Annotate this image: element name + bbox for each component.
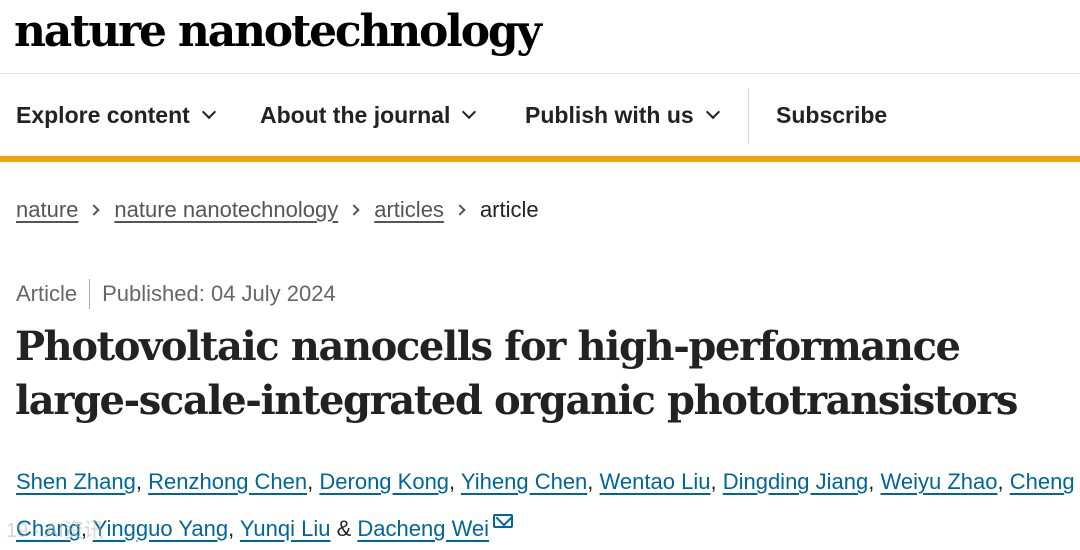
chevron-down-icon (705, 104, 720, 120)
breadcrumb-link-articles[interactable]: articles (374, 197, 444, 223)
nav-subscribe[interactable]: Subscribe (776, 74, 887, 156)
author-link[interactable]: Renzhong Chen (148, 469, 307, 494)
author-separator: , (997, 469, 1004, 494)
breadcrumb-link-journal[interactable]: nature nanotechnology (114, 197, 338, 223)
nav-publish-with-us[interactable]: Publish with us (525, 74, 720, 156)
author-separator: , (449, 469, 456, 494)
author-separator: , (710, 469, 717, 494)
author-separator: , (868, 469, 875, 494)
author-separator: , (587, 469, 594, 494)
nav-item-label: About the journal (260, 101, 451, 128)
chevron-down-icon (201, 104, 216, 120)
author-separator: , (228, 516, 235, 541)
nav-item-label: Subscribe (776, 101, 888, 128)
author-final-separator: & (336, 516, 352, 541)
nav-accent-bar (0, 156, 1080, 162)
publish-date: Published: 04 July 2024 (102, 281, 336, 306)
breadcrumb-current: article (479, 197, 539, 222)
nav-item-label: Publish with us (525, 101, 694, 128)
mail-icon[interactable] (493, 514, 514, 528)
chevron-right-icon (454, 204, 466, 216)
masthead: nature nanotechnology (0, 0, 1080, 74)
author-separator: , (135, 469, 142, 494)
chevron-right-icon (348, 204, 360, 216)
author-list: Shen Zhang, Renzhong Chen, Derong Kong, … (16, 458, 1076, 550)
article-meta: Article Published: 04 July 2024 (16, 276, 336, 312)
chevron-down-icon (462, 104, 477, 120)
watermark: 19 · AI资讯 (6, 520, 104, 542)
journal-logo[interactable]: nature nanotechnology (14, 4, 542, 60)
author-link[interactable]: Dingding Jiang (723, 469, 869, 494)
nav-explore-content[interactable]: Explore content (16, 74, 216, 156)
breadcrumb-link-nature[interactable]: nature (16, 197, 78, 223)
author-link[interactable]: Yiheng Chen (461, 469, 587, 494)
author-link[interactable]: Shen Zhang (16, 469, 136, 494)
author-link[interactable]: Derong Kong (319, 469, 449, 494)
author-link[interactable]: Weiyu Zhao (881, 469, 998, 494)
meta-divider (89, 279, 91, 309)
author-link[interactable]: Yunqi Liu (240, 516, 331, 541)
author-link[interactable]: Yingguo Yang (93, 516, 228, 541)
nav-divider (748, 88, 749, 144)
nav-item-label: Explore content (16, 101, 190, 128)
author-separator: , (307, 469, 314, 494)
article-title: Photovoltaic nanocells for high-performa… (15, 323, 1018, 424)
breadcrumb: nature nature nanotechnology articles ar… (16, 193, 539, 227)
article-type: Article (16, 281, 78, 306)
chevron-right-icon (88, 204, 101, 216)
author-link[interactable]: Dacheng Wei (357, 516, 489, 541)
main-nav: Explore content About the journal Publis… (0, 74, 1080, 156)
author-link[interactable]: Wentao Liu (600, 469, 711, 494)
nav-about-journal[interactable]: About the journal (260, 74, 477, 156)
